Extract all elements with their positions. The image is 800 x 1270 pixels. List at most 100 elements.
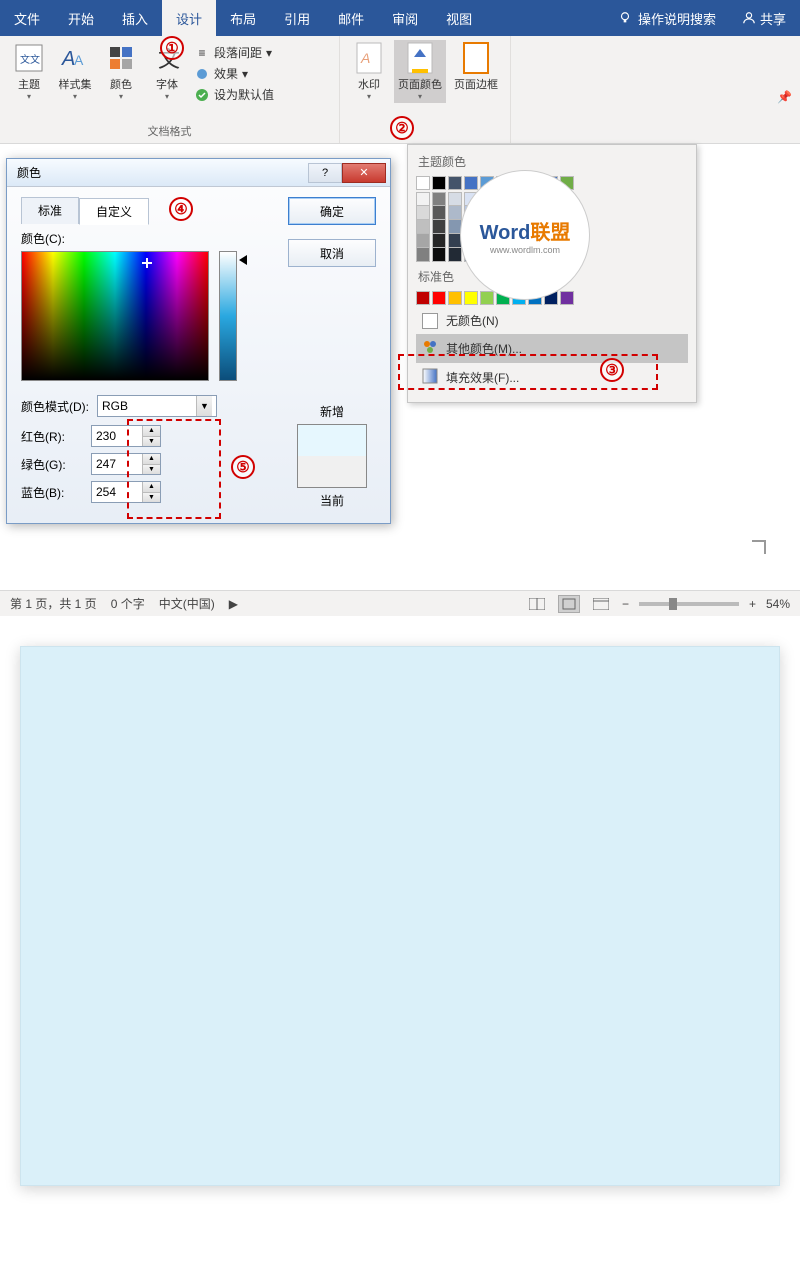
- print-layout-button[interactable]: [558, 595, 580, 613]
- spin-down[interactable]: ▼: [143, 493, 160, 503]
- blue-spinner[interactable]: ▲▼: [91, 481, 161, 503]
- no-color-swatch: [422, 313, 438, 329]
- swatch[interactable]: [416, 176, 430, 190]
- zoom-slider[interactable]: [639, 602, 739, 606]
- tab-layout[interactable]: 布局: [216, 0, 270, 36]
- spin-up[interactable]: ▲: [143, 426, 160, 437]
- page-borders-button[interactable]: 页面边框: [450, 40, 502, 103]
- zoom-level[interactable]: 54%: [766, 597, 790, 611]
- tab-design[interactable]: 设计: [162, 0, 216, 36]
- cancel-button[interactable]: 取消: [288, 239, 376, 267]
- page-borders-icon: [460, 42, 492, 74]
- colors-button[interactable]: 颜色▾: [100, 40, 142, 107]
- watermark-icon: A: [353, 42, 385, 74]
- doc-format-label: 文档格式: [8, 123, 331, 141]
- new-label: 新增: [288, 403, 376, 420]
- blue-input[interactable]: [92, 482, 142, 502]
- dialog-close-button[interactable]: ✕: [342, 163, 386, 183]
- page-color-button[interactable]: 页面颜色▾ ②: [394, 40, 446, 103]
- red-input[interactable]: [92, 426, 142, 446]
- themes-icon: 文文: [13, 42, 45, 74]
- read-mode-button[interactable]: [526, 595, 548, 613]
- language-status[interactable]: 中文(中国): [159, 595, 215, 612]
- paragraph-spacing-button[interactable]: ≡段落间距 ▾: [194, 44, 274, 61]
- red-label: 红色(R):: [21, 428, 81, 445]
- green-input[interactable]: [92, 454, 142, 474]
- watermark-button[interactable]: A 水印▾: [348, 40, 390, 103]
- color-label: 颜色(C):: [21, 230, 270, 247]
- spacing-icon: ≡: [194, 45, 210, 61]
- luminance-slider[interactable]: [219, 251, 237, 381]
- swatch[interactable]: [432, 291, 446, 305]
- spin-up[interactable]: ▲: [143, 482, 160, 493]
- fonts-button[interactable]: 文 字体▾ ①: [146, 40, 188, 107]
- swatch[interactable]: [448, 291, 462, 305]
- tab-view[interactable]: 视图: [432, 0, 486, 36]
- fonts-icon: 文: [151, 42, 183, 74]
- gradient-cursor: [142, 258, 152, 268]
- styleset-button[interactable]: AA 样式集▾: [54, 40, 96, 107]
- no-color-item[interactable]: 无颜色(N): [416, 307, 688, 334]
- share-button[interactable]: 共享: [728, 9, 800, 28]
- tab-file[interactable]: 文件: [0, 0, 54, 36]
- ribbon-design-content: 文文 主题▾ AA 样式集▾ 颜色▾ 文 字体▾ ① ≡段落间距 ▾ 效果 ▾ …: [0, 36, 800, 144]
- web-layout-button[interactable]: [590, 595, 612, 613]
- page-status[interactable]: 第 1 页，共 1 页: [10, 595, 97, 612]
- status-bar: 第 1 页，共 1 页 0 个字 中文(中国) ▶ − + 54%: [0, 590, 800, 616]
- tell-me-label: 操作说明搜索: [638, 9, 716, 28]
- page-preview: [20, 646, 780, 1186]
- tab-home[interactable]: 开始: [54, 0, 108, 36]
- green-spinner[interactable]: ▲▼: [91, 453, 161, 475]
- spin-down[interactable]: ▼: [143, 437, 160, 447]
- green-label: 绿色(G):: [21, 456, 81, 473]
- svg-text:文文: 文文: [20, 53, 40, 66]
- red-spinner[interactable]: ▲▼: [91, 425, 161, 447]
- tell-me-search[interactable]: 操作说明搜索: [606, 9, 728, 28]
- blue-label: 蓝色(B):: [21, 484, 81, 501]
- swatch[interactable]: [448, 176, 462, 190]
- swatch[interactable]: [560, 291, 574, 305]
- swatch[interactable]: [480, 291, 494, 305]
- dialog-titlebar: 颜色 ? ✕: [7, 159, 390, 187]
- tab-references[interactable]: 引用: [270, 0, 324, 36]
- fill-effects-icon: [422, 368, 438, 387]
- tab-insert[interactable]: 插入: [108, 0, 162, 36]
- swatch[interactable]: [432, 176, 446, 190]
- lightbulb-icon: [618, 11, 632, 25]
- swatch[interactable]: [464, 176, 478, 190]
- share-label: 共享: [760, 9, 786, 28]
- tab-custom[interactable]: 自定义: [79, 198, 149, 225]
- page-color-icon: [404, 42, 436, 74]
- macro-icon[interactable]: ▶: [229, 597, 238, 611]
- set-default-button[interactable]: 设为默认值: [194, 86, 274, 103]
- color-mode-combo[interactable]: RGB▼: [97, 395, 217, 417]
- zoom-thumb[interactable]: [669, 598, 677, 610]
- watermark-logo: Word联盟 www.wordlm.com: [460, 170, 590, 300]
- color-dialog: 颜色 ? ✕ 标准 自定义 ④ 颜色(C): 颜色模式(D): RGB▼ 红色(…: [6, 158, 391, 524]
- swatch[interactable]: [464, 291, 478, 305]
- svg-text:文: 文: [158, 47, 180, 72]
- tab-mail[interactable]: 邮件: [324, 0, 378, 36]
- swatch[interactable]: [416, 291, 430, 305]
- slider-arrow[interactable]: [239, 255, 247, 265]
- pin-icon[interactable]: 📌: [777, 90, 792, 104]
- svg-text:A: A: [360, 50, 370, 66]
- word-count[interactable]: 0 个字: [111, 595, 145, 612]
- ok-button[interactable]: 确定: [288, 197, 376, 225]
- more-colors-item[interactable]: 其他颜色(M)...: [416, 334, 688, 363]
- effects-icon: [194, 66, 210, 82]
- fill-effects-item[interactable]: 填充效果(F)...: [416, 363, 688, 392]
- spin-up[interactable]: ▲: [143, 454, 160, 465]
- tab-standard[interactable]: 标准: [21, 197, 79, 224]
- styleset-icon: AA: [59, 42, 91, 74]
- ribbon-tabs: 文件 开始 插入 设计 布局 引用 邮件 审阅 视图 操作说明搜索 共享: [0, 0, 800, 36]
- dialog-help-button[interactable]: ?: [308, 163, 342, 183]
- themes-button[interactable]: 文文 主题▾: [8, 40, 50, 107]
- effects-button[interactable]: 效果 ▾: [194, 65, 274, 82]
- color-gradient[interactable]: [21, 251, 209, 381]
- tab-review[interactable]: 审阅: [378, 0, 432, 36]
- person-icon: [742, 11, 756, 25]
- zoom-in[interactable]: +: [749, 597, 756, 611]
- zoom-out[interactable]: −: [622, 597, 629, 611]
- spin-down[interactable]: ▼: [143, 465, 160, 475]
